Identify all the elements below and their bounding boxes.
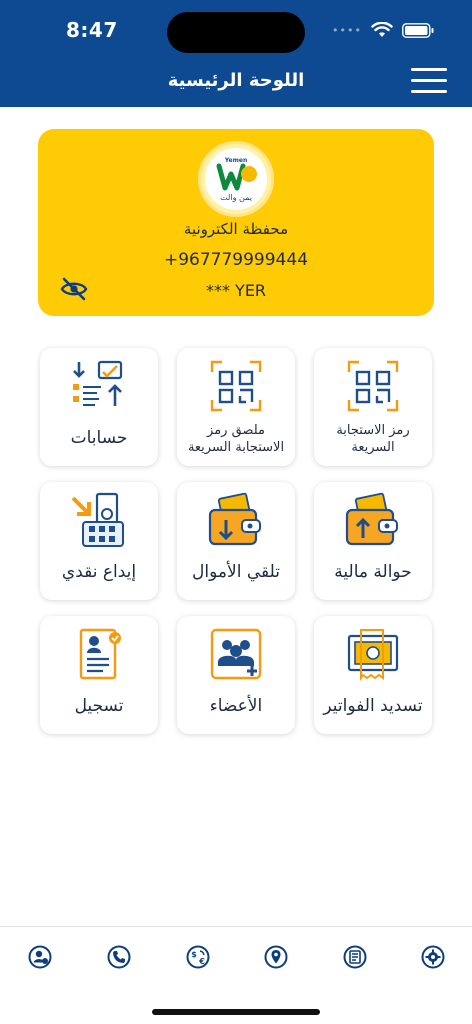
service-label: الأعضاء bbox=[209, 696, 263, 716]
service-deposit[interactable]: إيداع نقدي bbox=[40, 482, 158, 600]
wallet-card: Yemen يمن والت محفظة الكترونية +96777999… bbox=[38, 129, 434, 316]
service-label: إيداع نقدي bbox=[61, 562, 137, 582]
service-label: تلقي الأموال bbox=[192, 562, 280, 582]
svg-text:Yemen: Yemen bbox=[224, 157, 247, 164]
bill-payment-icon bbox=[314, 626, 432, 688]
members-icon bbox=[177, 626, 295, 688]
service-qr-code[interactable]: رمز الاستجابة السريعة bbox=[314, 348, 432, 466]
settings-gear-icon[interactable] bbox=[421, 945, 445, 969]
page-title: اللوحة الرئيسية bbox=[167, 70, 305, 91]
register-icon bbox=[40, 626, 158, 688]
service-qr-sticker[interactable]: ملصق رمز الاستجابة السريعة bbox=[177, 348, 295, 466]
yemen-wallet-logo-icon: Yemen يمن والت bbox=[216, 157, 257, 202]
currency-exchange-icon[interactable]: $ € bbox=[186, 945, 210, 969]
wifi-icon bbox=[371, 22, 393, 38]
service-label: رمز الاستجابة السريعة bbox=[336, 423, 410, 455]
service-bills[interactable]: تسديد الفواتير bbox=[314, 616, 432, 734]
profile-icon[interactable] bbox=[28, 945, 52, 969]
accounts-icon bbox=[40, 358, 158, 420]
home-indicator bbox=[152, 1009, 320, 1015]
service-label: حوالة مالية bbox=[334, 562, 412, 582]
svg-text:يمن والت: يمن والت bbox=[220, 193, 252, 202]
service-receive[interactable]: تلقي الأموال bbox=[177, 482, 295, 600]
location-pin-icon[interactable] bbox=[264, 945, 288, 969]
svg-text:€: € bbox=[198, 957, 205, 966]
status-time: 8:47 bbox=[66, 18, 118, 42]
service-members[interactable]: الأعضاء bbox=[177, 616, 295, 734]
service-label: ملصق رمز الاستجابة السريعة bbox=[187, 423, 285, 455]
dynamic-island bbox=[167, 12, 305, 53]
services-grid: رمز الاستجابة السريعة ملصق رمز الاستجابة… bbox=[40, 348, 432, 734]
hamburger-menu-icon[interactable] bbox=[411, 68, 447, 96]
service-accounts[interactable]: حسابات bbox=[40, 348, 158, 466]
service-transfer[interactable]: حوالة مالية bbox=[314, 482, 432, 600]
service-label: تسديد الفواتير bbox=[323, 696, 423, 716]
send-money-icon bbox=[314, 492, 432, 554]
qr-scan-icon bbox=[314, 358, 432, 420]
signal-icon: •••• bbox=[332, 23, 362, 37]
cash-deposit-icon bbox=[40, 492, 158, 554]
wallet-type: محفظة الكترونية bbox=[183, 220, 289, 238]
phone-support-icon[interactable] bbox=[107, 945, 131, 969]
battery-icon bbox=[402, 22, 434, 38]
receive-money-icon bbox=[177, 492, 295, 554]
qr-scan-icon bbox=[177, 358, 295, 420]
wallet-phone: +967779999444 bbox=[163, 250, 309, 270]
app-header: 8:47 •••• اللوحة الرئيسية bbox=[0, 0, 472, 107]
svg-text:$: $ bbox=[191, 950, 197, 959]
wallet-balance: *** YER bbox=[205, 281, 267, 300]
wallet-logo: Yemen يمن والت bbox=[198, 141, 274, 217]
service-label: تسجيل bbox=[74, 696, 124, 716]
service-label: حسابات bbox=[70, 428, 128, 448]
service-register[interactable]: تسجيل bbox=[40, 616, 158, 734]
eye-off-icon[interactable] bbox=[60, 277, 88, 301]
status-icons: •••• bbox=[332, 22, 434, 38]
statements-icon[interactable] bbox=[343, 945, 367, 969]
